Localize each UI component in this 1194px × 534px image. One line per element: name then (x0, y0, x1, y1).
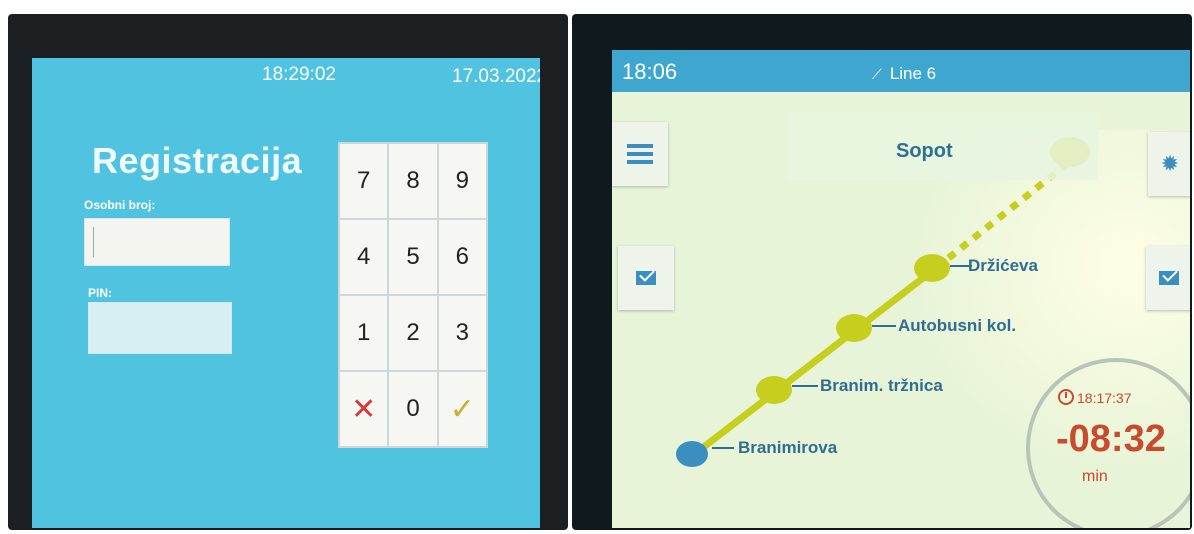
pin-label: PIN: (88, 286, 112, 300)
message-button-right[interactable] (1146, 246, 1190, 310)
key-1[interactable]: 1 (340, 296, 388, 370)
route-icon: ⟋ (872, 66, 882, 82)
key-2[interactable]: 2 (389, 296, 437, 370)
line-label: Line 6 (889, 64, 937, 83)
stop-label-autobusni-kol: Autobusni kol. (898, 316, 1017, 335)
envelope-icon (636, 271, 656, 285)
scheduled-time: 18:17:37 (1058, 389, 1132, 406)
stop-label-drziceva: Držićeva (968, 256, 1038, 275)
delay-unit: min (1082, 468, 1108, 485)
status-clock: 18:06 (622, 59, 678, 84)
lightbulb-icon: ✹ (1160, 151, 1180, 176)
stop-label-branimirova: Branimirova (738, 438, 838, 457)
stop-marker-branim-trznica (756, 376, 792, 404)
route-line (689, 265, 939, 459)
route-screen: 18:06 ⟋ Line 6 Sopot ✹ Držićeva Autobusni… (612, 50, 1190, 528)
key-9[interactable]: 9 (438, 144, 486, 218)
stop-marker-autobusni-kol (836, 314, 872, 342)
status-time: 18:29:02 (262, 64, 336, 85)
key-6[interactable]: 6 (438, 220, 486, 294)
envelope-icon (1159, 271, 1179, 285)
hamburger-icon (627, 144, 653, 164)
status-bar: 18:29:02 17.03.2022 (32, 58, 540, 90)
status-bar: 18:06 ⟋ Line 6 (612, 50, 1190, 92)
stop-marker-drziceva (914, 254, 950, 282)
osobni-broj-input[interactable] (84, 218, 230, 266)
confirm-key[interactable]: ✓ (438, 372, 486, 446)
status-date: 17.03.2022 (452, 66, 540, 87)
key-4[interactable]: 4 (340, 220, 388, 294)
key-3[interactable]: 3 (438, 296, 486, 370)
scheduled-time-value: 18:17:37 (1077, 390, 1132, 406)
message-button-left[interactable] (618, 246, 674, 310)
light-button[interactable]: ✹ (1148, 132, 1190, 196)
menu-button[interactable] (612, 122, 668, 186)
bus-position-icon (676, 441, 708, 467)
cancel-key[interactable]: ✕ (340, 372, 388, 446)
numeric-keypad: 7 8 9 4 5 6 1 2 3 ✕ 0 ✓ (338, 142, 488, 448)
delay-countdown: -08:32 (1056, 418, 1166, 460)
key-8[interactable]: 8 (389, 144, 437, 218)
clock-icon (1058, 389, 1074, 405)
key-5[interactable]: 5 (389, 220, 437, 294)
line-indicator: ⟋ Line 6 (872, 64, 936, 84)
page-title: Registracija (92, 140, 303, 181)
registration-screen: 18:29:02 17.03.2022 Registracija Osobni … (32, 58, 540, 528)
key-7[interactable]: 7 (340, 144, 388, 218)
key-0[interactable]: 0 (389, 372, 437, 446)
destination-name: Sopot (896, 140, 953, 162)
osobni-broj-label: Osobni broj: (84, 198, 156, 212)
pin-input[interactable] (88, 302, 232, 354)
stop-label-branim-trznica: Branim. tržnica (820, 376, 943, 395)
